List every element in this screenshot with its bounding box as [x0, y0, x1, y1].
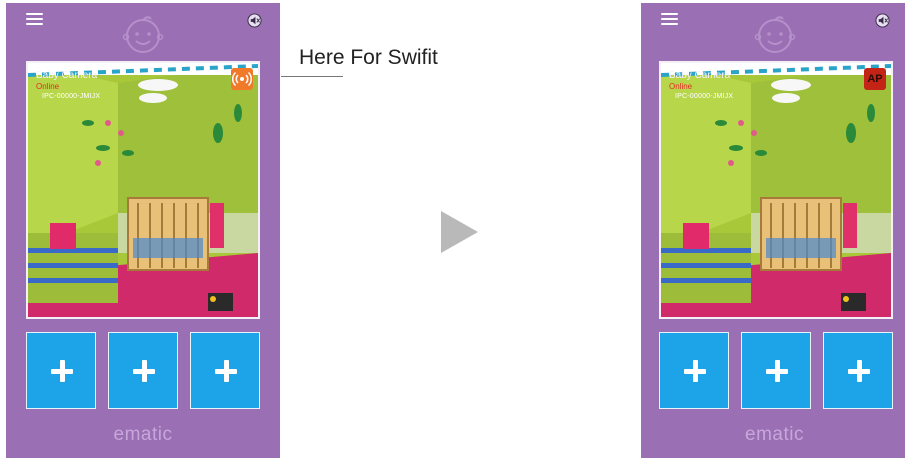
- speaker-mute-icon[interactable]: [247, 13, 262, 28]
- ap-mode-icon[interactable]: AP: [864, 68, 886, 90]
- play-arrow-icon: [441, 211, 478, 253]
- wifi-signal-icon[interactable]: [231, 68, 253, 90]
- nursery-scene-image: [28, 63, 258, 317]
- camera-id: IPC-00000-JMIJX: [42, 93, 101, 100]
- baby-face-logo-icon: [122, 16, 164, 53]
- phone-screen-left: Baby Camera Online IPC-00000-JMIJX emati…: [6, 3, 280, 458]
- camera-feed[interactable]: Baby Camera Online IPC-00000-JMIJX AP: [659, 61, 893, 319]
- speaker-mute-icon[interactable]: [875, 13, 890, 28]
- camera-id: IPC-00000-JMIJX: [675, 93, 734, 100]
- brand-logo: ematic: [745, 424, 804, 445]
- camera-status: Online: [36, 82, 60, 91]
- add-camera-button[interactable]: [823, 332, 893, 409]
- brand-logo: ematic: [113, 424, 173, 445]
- camera-name: Baby Camera: [36, 70, 98, 81]
- add-camera-button[interactable]: [190, 332, 260, 409]
- callout-leader-line: [281, 76, 343, 77]
- add-camera-button[interactable]: [741, 332, 811, 409]
- add-camera-button[interactable]: [108, 332, 178, 409]
- camera-status: Online: [669, 82, 693, 91]
- camera-name: Baby Camera: [669, 70, 731, 81]
- nursery-scene-image: [661, 63, 891, 317]
- callout-label: Here For Swifit: [299, 46, 438, 69]
- menu-icon[interactable]: [26, 13, 43, 25]
- camera-feed[interactable]: Baby Camera Online IPC-00000-JMIJX: [26, 61, 260, 319]
- add-camera-button[interactable]: [659, 332, 729, 409]
- menu-icon[interactable]: [661, 13, 678, 25]
- baby-face-logo-icon: [754, 16, 795, 53]
- add-camera-button[interactable]: [26, 332, 96, 409]
- phone-screen-right: Baby Camera Online IPC-00000-JMIJX AP em…: [641, 3, 905, 458]
